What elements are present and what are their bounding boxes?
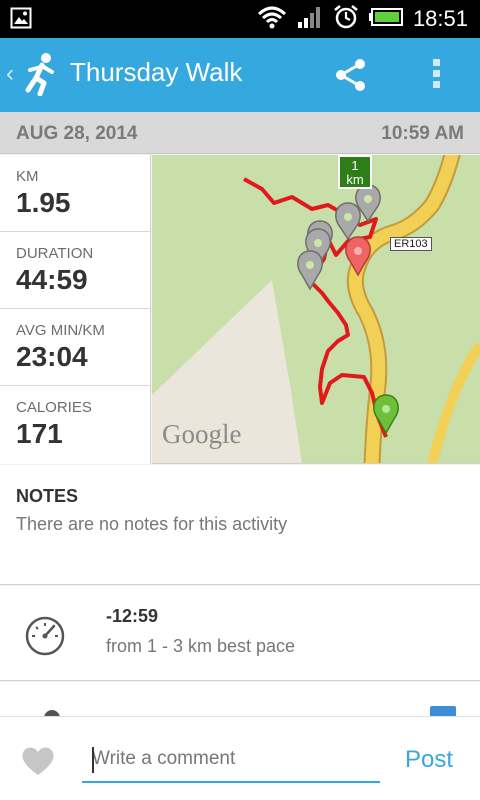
road-label: ER103 (390, 237, 432, 251)
stat-duration: DURATION 44:59 (0, 232, 150, 309)
status-bar: 18:51 (0, 0, 480, 38)
overflow-menu-icon[interactable] (428, 56, 444, 97)
post-button[interactable]: Post (405, 746, 453, 774)
activity-date-bar: AUG 28, 2014 10:59 AM (0, 112, 480, 154)
km-flag-label: 1 km (346, 158, 364, 187)
comment-input[interactable] (82, 737, 380, 783)
stat-value: 1.95 (16, 187, 71, 218)
stats-panel: KM 1.95 DURATION 44:59 AVG MIN/KM 23:04 … (0, 155, 151, 464)
stat-label: CALORIES (16, 399, 92, 416)
map-attribution: Google (162, 419, 242, 449)
stat-value: 171 (16, 418, 63, 449)
stat-label: DURATION (16, 245, 94, 262)
heart-icon[interactable] (20, 745, 56, 782)
stat-label: AVG MIN/KM (16, 322, 105, 339)
stat-value: 23:04 (16, 341, 88, 372)
stat-label: KM (16, 168, 39, 185)
stat-avg-pace: AVG MIN/KM 23:04 (0, 309, 150, 386)
comment-bar: Post (0, 716, 480, 800)
stat-calories: CALORIES 171 (0, 386, 150, 463)
notes-text: There are no notes for this activity (16, 514, 288, 534)
best-pace-row[interactable]: -12:59 from 1 - 3 km best pace (0, 586, 480, 681)
best-pace-value: -12:59 (106, 606, 159, 626)
speedometer-icon (22, 612, 68, 663)
notes-heading: NOTES (16, 486, 79, 506)
activity-date: AUG 28, 2014 (16, 123, 138, 144)
action-bar: ‹ Thursday Walk (0, 38, 480, 112)
share-icon[interactable] (334, 58, 368, 97)
notes-section: NOTES There are no notes for this activi… (0, 465, 480, 585)
best-pace-description: from 1 - 3 km best pace (106, 636, 296, 656)
page-title: Thursday Walk (70, 57, 243, 87)
wifi-icon (257, 5, 287, 34)
signal-icon (297, 5, 323, 34)
stat-value: 44:59 (16, 264, 88, 295)
stat-distance: KM 1.95 (0, 155, 150, 232)
battery-icon (368, 7, 403, 32)
status-time: 18:51 (412, 6, 468, 31)
map-canvas (152, 155, 480, 463)
route-map[interactable]: 1 km ER103 Google (152, 155, 480, 464)
image-icon (10, 7, 32, 34)
activity-time: 10:59 AM (381, 123, 464, 144)
alarm-icon (333, 4, 359, 35)
text-cursor (92, 747, 94, 773)
km-flag: 1 km (338, 155, 372, 189)
chevron-left-icon[interactable]: ‹ (6, 60, 14, 88)
runner-icon[interactable] (22, 52, 58, 101)
